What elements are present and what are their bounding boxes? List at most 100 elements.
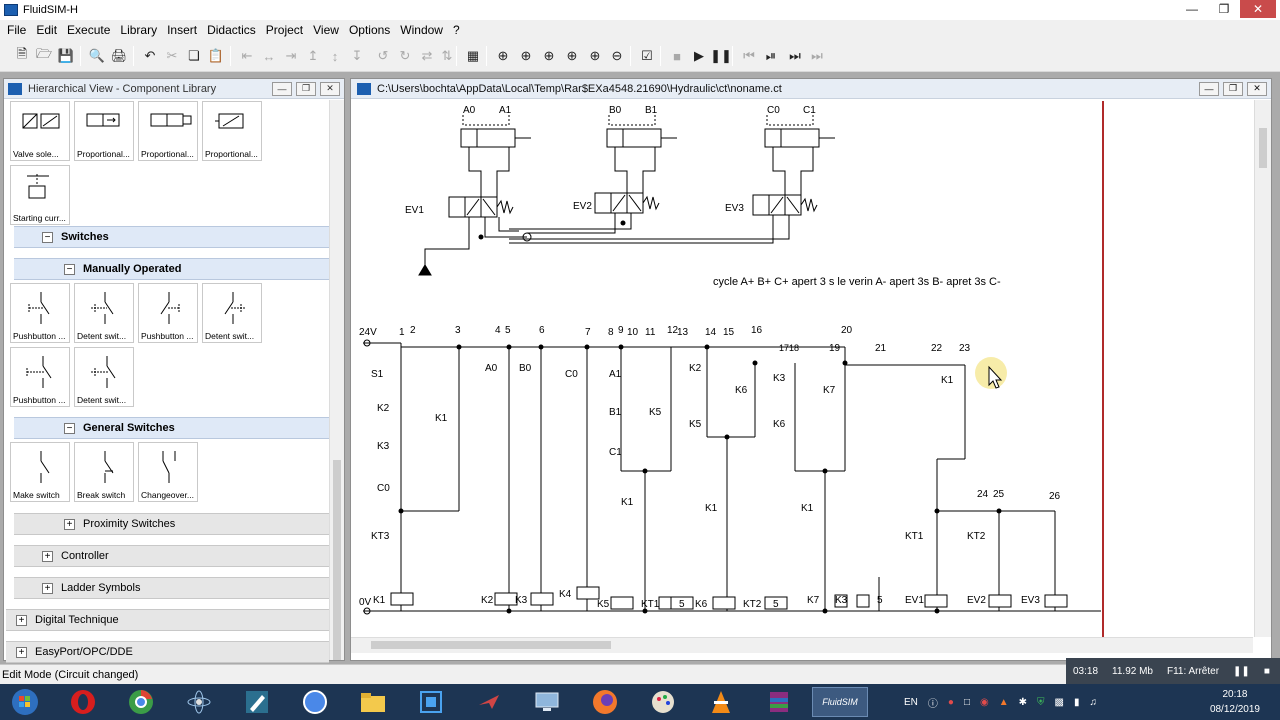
window-tray-icon[interactable]: □ [964,697,970,708]
taskbar-vlc[interactable] [698,687,744,717]
taskbar-firefox[interactable] [582,687,628,717]
menu-view[interactable]: View [308,23,344,37]
tile-detent-switch-2[interactable]: Detent swit... [202,283,262,343]
undo-icon[interactable]: ↶ [139,45,161,67]
library-restore-button[interactable]: ❐ [296,81,316,96]
menu-window[interactable]: Window [395,23,448,37]
language-indicator[interactable]: EN [904,697,918,708]
zoom-fit-icon[interactable]: ⊕ [492,45,514,67]
recorder-tray-icon[interactable]: ◉ [980,697,989,708]
group-ladder-symbols[interactable]: + Ladder Symbols [14,577,329,599]
circuit-hscroll-thumb[interactable] [371,641,611,649]
rotate-left-icon[interactable]: ↺ [372,45,394,67]
stop-recording-icon[interactable]: ■ [1264,666,1270,677]
copy-icon[interactable]: ❏ [183,45,205,67]
new-file-icon[interactable]: 🗎 [11,45,33,67]
play-icon[interactable]: ▶ [688,45,710,67]
tile-detent-switch-3[interactable]: Detent swit... [74,347,134,407]
zoom-all-icon[interactable]: ⊕ [561,45,583,67]
record-tray-icon[interactable]: ● [948,697,954,708]
flip-icon[interactable]: ⇄ [416,45,438,67]
tile-detent-switch-1[interactable]: Detent swit... [74,283,134,343]
zoom-previous-icon[interactable]: ⊕ [538,45,560,67]
circuit-minimize-button[interactable]: — [1199,81,1219,96]
pause-icon[interactable]: ❚❚ [710,45,732,67]
mirror-icon[interactable]: ⇅ [436,45,458,67]
check-drawing-icon[interactable]: ☑ [636,45,658,67]
align-right-icon[interactable]: ⇥ [280,45,302,67]
save-icon[interactable]: 💾 [55,45,77,67]
close-button[interactable]: ✕ [1240,0,1276,18]
zoom-in-icon[interactable]: ⊕ [584,45,606,67]
single-step-icon[interactable]: ⏯ [760,45,782,67]
circuit-vscroll-thumb[interactable] [1259,128,1267,168]
menu-insert[interactable]: Insert [162,23,202,37]
align-top-icon[interactable]: ↥ [302,45,324,67]
taskbar-opera[interactable] [60,687,106,717]
tile-valve-solenoid[interactable]: Valve sole... [10,101,70,161]
taskbar-chrome[interactable] [118,687,164,717]
taskbar-screenshot-tool[interactable] [408,687,454,717]
library-scrollbar[interactable] [329,100,344,660]
collapse-icon[interactable]: − [64,422,75,434]
align-center-icon[interactable]: ↔ [258,45,280,67]
open-folder-icon[interactable]: 🗁 [33,45,55,67]
align-left-icon[interactable]: ⇤ [236,45,258,67]
taskbar-app-plane[interactable] [466,687,512,717]
align-bottom-icon[interactable]: ↧ [346,45,368,67]
system-clock[interactable]: 20:18 08/12/2019 [1210,687,1260,717]
library-minimize-button[interactable]: — [272,81,292,96]
group-controller[interactable]: + Controller [14,545,329,567]
grid-icon[interactable]: ▦ [462,45,484,67]
print-icon[interactable]: 🖨 [108,45,130,67]
tile-changeover-switch[interactable]: Changeover... [138,442,198,502]
tile-proportional-2[interactable]: Proportional... [138,101,198,161]
zoom-window-icon[interactable]: ⊕ [515,45,537,67]
tile-starting-current[interactable]: Starting curr... [10,165,70,225]
expand-icon[interactable]: + [64,518,75,530]
pause-recording-icon[interactable]: ❚❚ [1233,666,1250,677]
library-close-button[interactable]: ✕ [320,81,340,96]
collapse-icon[interactable]: − [42,231,53,243]
tile-pushbutton-2[interactable]: Pushbutton ... [138,283,198,343]
group-general-switches[interactable]: − General Switches [14,417,329,439]
taskbar-app-pen[interactable] [234,687,280,717]
tile-proportional-1[interactable]: Proportional... [74,101,134,161]
expand-icon[interactable]: + [42,582,53,594]
menu-file[interactable]: File [2,23,31,37]
battery-icon[interactable]: ▮ [1074,697,1080,708]
group-easyport[interactable]: + EasyPort/OPC/DDE [6,641,329,663]
tile-make-switch[interactable]: Make switch [10,442,70,502]
circuit-canvas[interactable]: A0 A1 B0 B1 C0 C1 EV1 EV2 EV3 cycle A+ B… [359,101,1104,641]
expand-icon[interactable]: + [16,646,27,658]
menu-help[interactable]: ? [448,23,465,37]
circuit-close-button[interactable]: ✕ [1247,81,1267,96]
circuit-diagram[interactable]: A0 A1 B0 B1 C0 C1 EV1 EV2 EV3 cycle A+ B… [359,101,1104,641]
taskbar-app-circle[interactable] [292,687,338,717]
start-button[interactable] [2,687,48,717]
minimize-button[interactable]: — [1176,0,1208,18]
preview-icon[interactable]: 🔍 [86,45,108,67]
security-shield-icon[interactable]: ⛨ [1037,697,1045,708]
vlc-tray-icon[interactable]: ▲ [999,697,1009,708]
menu-execute[interactable]: Execute [62,23,115,37]
taskbar-file-explorer[interactable] [350,687,396,717]
cut-icon[interactable]: ✂ [161,45,183,67]
group-manually-operated[interactable]: − Manually Operated [14,258,329,280]
align-middle-icon[interactable]: ↕ [324,45,346,67]
taskbar-winrar[interactable] [756,687,802,717]
library-scroll-thumb[interactable] [333,460,341,660]
tile-pushbutton-1[interactable]: Pushbutton ... [10,283,70,343]
tile-proportional-3[interactable]: Proportional... [202,101,262,161]
circuit-vertical-scrollbar[interactable] [1254,100,1271,637]
circuit-horizontal-scrollbar[interactable] [351,637,1253,653]
taskbar-app-palette[interactable] [640,687,686,717]
menu-options[interactable]: Options [344,23,395,37]
rotate-right-icon[interactable]: ↻ [394,45,416,67]
circuit-restore-button[interactable]: ❐ [1223,81,1243,96]
step-forward-icon[interactable]: ⏭ [784,45,806,67]
help-tray-icon[interactable]: ⓘ [928,695,938,710]
expand-icon[interactable]: + [42,550,53,562]
taskbar-app-monitor[interactable] [524,687,570,717]
stop-icon[interactable]: ■ [666,45,688,67]
